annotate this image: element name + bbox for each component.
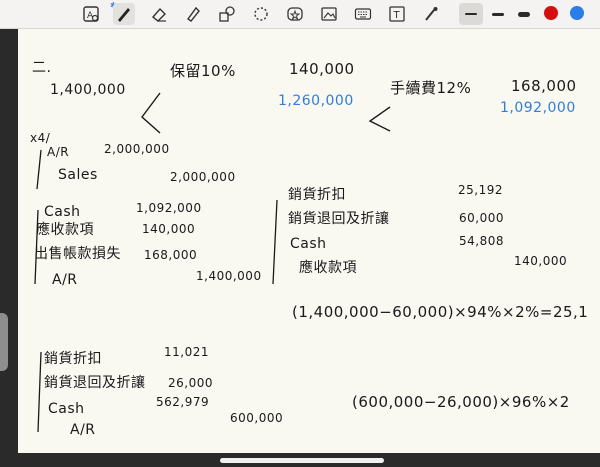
entry-account: Cash	[290, 236, 327, 252]
question-label: 二.	[32, 60, 52, 76]
entry-account: 應收款項	[36, 222, 94, 238]
date-label: x4/	[30, 131, 51, 145]
entry-account: 銷貨折扣	[288, 187, 346, 203]
shapes-tool-icon[interactable]	[216, 3, 238, 25]
entry-account: 銷貨折扣	[44, 351, 102, 367]
pen-size-medium[interactable]	[486, 3, 510, 25]
entry-account: 銷貨退回及折讓	[44, 375, 146, 391]
entry-amount: 26,000	[168, 376, 213, 390]
amount-text: 140,000	[289, 60, 355, 78]
entry-account: A/R	[47, 145, 70, 159]
entry-account: 出售帳款損失	[34, 246, 121, 262]
pen-color-blue[interactable]	[570, 6, 584, 20]
textbox-tool-icon[interactable]: T	[386, 3, 408, 25]
entry-amount: 60,000	[459, 211, 504, 225]
pen-color-red[interactable]	[544, 6, 558, 20]
entry-amount: 1,400,000	[196, 269, 262, 283]
entry-account: 銷貨退回及折讓	[288, 211, 390, 227]
home-indicator[interactable]	[220, 458, 384, 463]
entry-amount: 562,979	[156, 395, 210, 409]
lasso-tool-icon[interactable]	[250, 3, 272, 25]
entry-account: 應收款項	[299, 260, 357, 276]
pen-size-thin[interactable]	[459, 3, 483, 25]
blue-amount-text: 1,092,000	[500, 100, 576, 116]
entry-account: Cash	[44, 204, 81, 220]
entry-amount: 2,000,000	[104, 142, 170, 156]
blue-amount-text: 1,260,000	[278, 93, 354, 109]
lasso-text-tool-icon[interactable]: A	[80, 3, 102, 25]
eraser-tool-icon[interactable]	[148, 3, 170, 25]
svg-text:T: T	[393, 10, 401, 21]
amount-text: 168,000	[511, 77, 577, 95]
entry-account: Sales	[58, 167, 98, 183]
highlighter-tool-icon[interactable]	[182, 3, 204, 25]
entry-amount: 1,092,000	[136, 201, 202, 215]
entry-amount: 2,000,000	[170, 170, 236, 184]
pen-size-thick[interactable]	[512, 3, 536, 25]
entry-amount: 600,000	[230, 411, 284, 425]
sidebar-handle[interactable]	[0, 313, 8, 371]
entry-amount: 140,000	[514, 254, 568, 268]
note-text: 手續費12%	[390, 79, 472, 97]
entry-amount: 25,192	[458, 183, 503, 197]
amount-text: 1,400,000	[50, 82, 126, 98]
entry-amount: 11,021	[164, 345, 209, 359]
note-text: 保留10%	[170, 62, 236, 80]
entry-account: A/R	[52, 272, 78, 288]
calculation-text: (600,000−26,000)×96%×2	[352, 393, 570, 411]
calculation-text: (1,400,000−60,000)×94%×2%=25,1	[292, 303, 589, 321]
entry-amount: 168,000	[144, 248, 198, 262]
toolbar: A ✱ T	[0, 0, 600, 29]
entry-amount: 54,808	[459, 234, 504, 248]
pen-tool-icon[interactable]	[113, 3, 135, 25]
sticker-tool-icon[interactable]	[284, 3, 306, 25]
entry-account: A/R	[70, 422, 96, 438]
note-canvas[interactable]: 二. 1,400,000 保留10% 140,000 手續費12% 168,00…	[18, 29, 600, 453]
entry-account: Cash	[48, 401, 85, 417]
laser-pointer-tool-icon[interactable]	[420, 3, 442, 25]
image-tool-icon[interactable]	[318, 3, 340, 25]
keyboard-tool-icon[interactable]	[352, 3, 374, 25]
entry-amount: 140,000	[142, 222, 196, 236]
